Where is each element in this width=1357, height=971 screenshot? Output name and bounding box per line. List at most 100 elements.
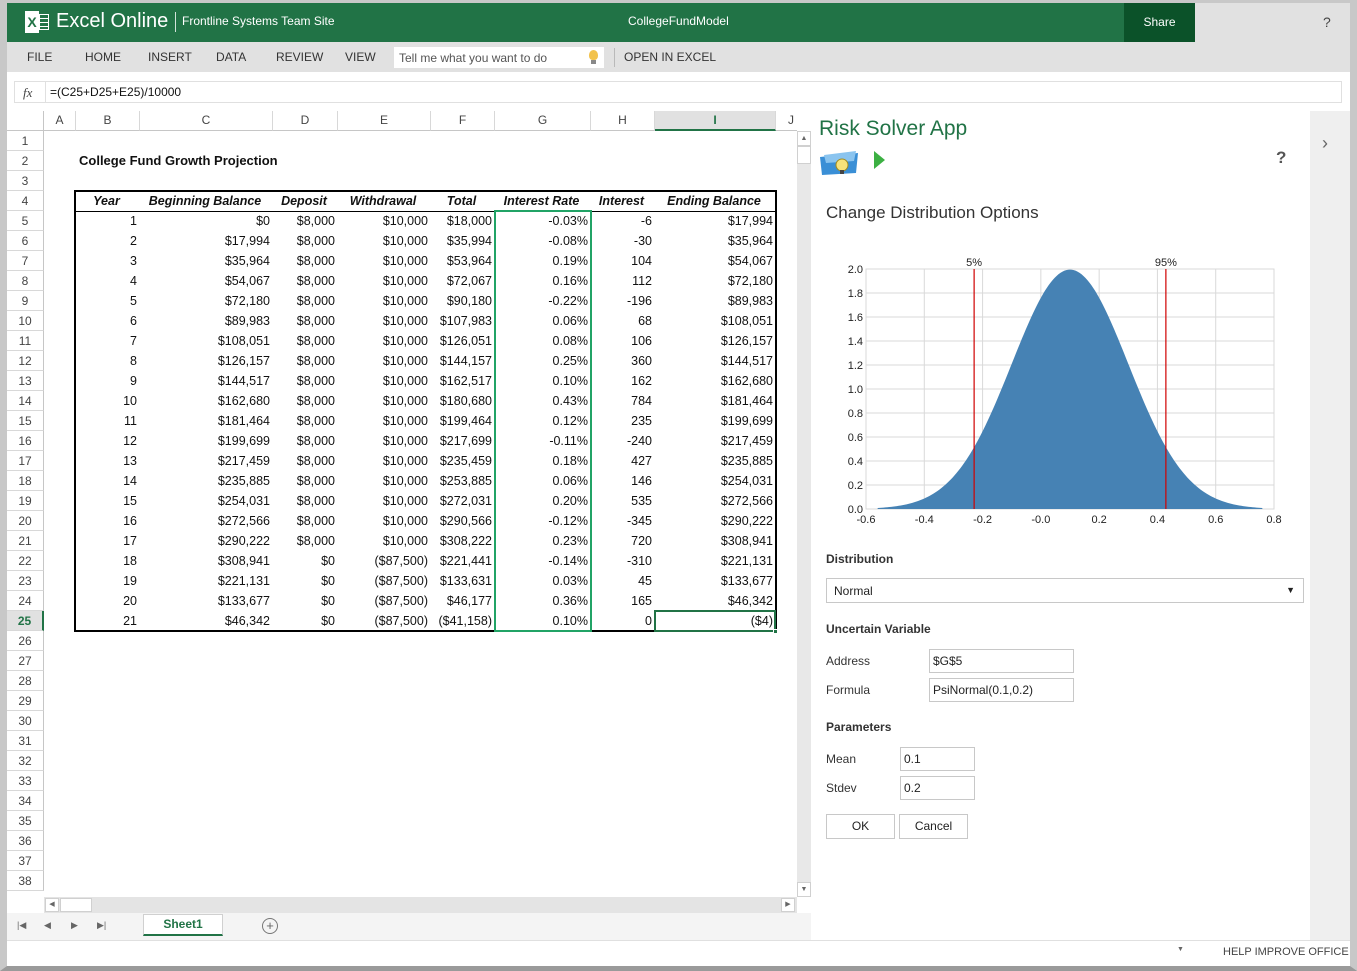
vertical-scroll-thumb[interactable]: [797, 146, 811, 164]
tab-review[interactable]: REVIEW: [276, 50, 323, 64]
row-header-6[interactable]: 6: [7, 231, 44, 251]
prev-sheet-icon[interactable]: ◀: [44, 920, 51, 931]
row-header-4[interactable]: 4: [7, 191, 44, 211]
row-header-28[interactable]: 28: [7, 671, 44, 691]
row-header-7[interactable]: 7: [7, 251, 44, 271]
row-header-23[interactable]: 23: [7, 571, 44, 591]
row-header-35[interactable]: 35: [7, 811, 44, 831]
first-sheet-icon[interactable]: |◀: [17, 920, 26, 931]
cancel-button[interactable]: Cancel: [899, 814, 968, 839]
row-header-29[interactable]: 29: [7, 691, 44, 711]
row-header-30[interactable]: 30: [7, 711, 44, 731]
function-icon[interactable]: fx: [23, 85, 32, 101]
address-field[interactable]: [929, 649, 1074, 673]
formula-field[interactable]: [929, 678, 1074, 702]
tell-me-input[interactable]: Tell me what you want to do: [394, 47, 604, 68]
row-header-20[interactable]: 20: [7, 511, 44, 531]
row-header-8[interactable]: 8: [7, 271, 44, 291]
spreadsheet-grid[interactable]: A B C D E F G H I J 1 2 3 4 5 6 7 8 9 10 11 12 13 14 15 16 17 18 19 2…: [7, 111, 797, 897]
tab-view[interactable]: VIEW: [345, 50, 376, 64]
mean-field[interactable]: [900, 747, 975, 771]
row-header-37[interactable]: 37: [7, 851, 44, 871]
scroll-down-icon[interactable]: ▼: [797, 882, 811, 897]
next-sheet-icon[interactable]: ▶: [71, 920, 78, 931]
tab-file[interactable]: FILE: [27, 50, 52, 64]
site-name-link[interactable]: Frontline Systems Team Site: [182, 14, 335, 28]
tab-insert[interactable]: INSERT: [148, 50, 192, 64]
select-all-corner[interactable]: [7, 111, 44, 131]
excel-logo-icon[interactable]: X: [25, 11, 49, 33]
scroll-right-icon[interactable]: ▶: [781, 898, 795, 912]
tab-home[interactable]: HOME: [85, 50, 121, 64]
row-header-24[interactable]: 24: [7, 591, 44, 611]
sheet-title[interactable]: College Fund Growth Projection: [79, 151, 281, 171]
column-header-b[interactable]: B: [76, 111, 140, 131]
column-header-g[interactable]: G: [495, 111, 591, 131]
row-header-5[interactable]: 5: [7, 211, 44, 231]
column-header-f[interactable]: F: [431, 111, 495, 131]
add-sheet-icon[interactable]: +: [262, 918, 278, 934]
formula-bar: fx =(C25+D25+E25)/10000: [14, 81, 1342, 103]
play-icon[interactable]: [874, 151, 885, 169]
vertical-scrollbar[interactable]: ▲ ▼: [797, 131, 811, 897]
row-header-13[interactable]: 13: [7, 371, 44, 391]
chevron-right-icon[interactable]: ›: [1322, 133, 1328, 154]
fill-handle[interactable]: [773, 629, 778, 634]
row-header-9[interactable]: 9: [7, 291, 44, 311]
document-name[interactable]: CollegeFundModel: [628, 14, 729, 28]
column-header-a[interactable]: A: [44, 111, 76, 131]
distribution-value: Normal: [834, 584, 873, 598]
row-header-10[interactable]: 10: [7, 311, 44, 331]
row-header-26[interactable]: 26: [7, 631, 44, 651]
pane-help-icon[interactable]: ?: [1276, 148, 1286, 168]
row-header-17[interactable]: 17: [7, 451, 44, 471]
row-header-12[interactable]: 12: [7, 351, 44, 371]
row-header-2[interactable]: 2: [7, 151, 44, 171]
row-header-31[interactable]: 31: [7, 731, 44, 751]
pane-title: Risk Solver App: [819, 117, 968, 140]
scroll-up-icon[interactable]: ▲: [797, 131, 811, 146]
row-header-15[interactable]: 15: [7, 411, 44, 431]
status-dropdown-icon[interactable]: ▼: [1177, 946, 1184, 953]
open-in-excel-button[interactable]: OPEN IN EXCEL: [624, 50, 716, 64]
row-header-33[interactable]: 33: [7, 771, 44, 791]
share-button[interactable]: Share: [1124, 3, 1195, 42]
row-header-25[interactable]: 25: [7, 611, 44, 631]
column-header-i[interactable]: I: [655, 111, 776, 131]
row-header-3[interactable]: 3: [7, 171, 44, 191]
help-icon[interactable]: ?: [1323, 14, 1331, 30]
row-header-22[interactable]: 22: [7, 551, 44, 571]
horizontal-scrollbar[interactable]: ◀ ▶: [44, 897, 797, 913]
row-header-1[interactable]: 1: [7, 131, 44, 151]
column-header-d[interactable]: D: [273, 111, 338, 131]
risk-solver-logo-icon[interactable]: [818, 151, 862, 177]
ok-button[interactable]: OK: [826, 814, 895, 839]
help-improve-office-link[interactable]: HELP IMPROVE OFFICE: [1223, 946, 1349, 958]
tab-data[interactable]: DATA: [216, 50, 246, 64]
horizontal-scroll-thumb[interactable]: [60, 898, 92, 912]
selected-cell-i25[interactable]: [654, 610, 776, 632]
row-header-27[interactable]: 27: [7, 651, 44, 671]
column-header-j[interactable]: J: [776, 111, 797, 131]
stdev-field[interactable]: [900, 776, 975, 800]
row-header-34[interactable]: 34: [7, 791, 44, 811]
row-header-19[interactable]: 19: [7, 491, 44, 511]
row-header-16[interactable]: 16: [7, 431, 44, 451]
row-header-18[interactable]: 18: [7, 471, 44, 491]
row-header-14[interactable]: 14: [7, 391, 44, 411]
row-header-38[interactable]: 38: [7, 871, 44, 891]
app-name[interactable]: Excel Online: [56, 10, 168, 33]
column-header-h[interactable]: H: [591, 111, 655, 131]
sheet-tab-sheet1[interactable]: Sheet1: [143, 914, 223, 936]
row-header-21[interactable]: 21: [7, 531, 44, 551]
distribution-select[interactable]: Normal ▼: [826, 578, 1304, 603]
column-header-c[interactable]: C: [140, 111, 273, 131]
row-header-32[interactable]: 32: [7, 751, 44, 771]
last-sheet-icon[interactable]: ▶|: [97, 920, 106, 931]
scroll-left-icon[interactable]: ◀: [45, 898, 59, 912]
row-header-11[interactable]: 11: [7, 331, 44, 351]
formula-input[interactable]: =(C25+D25+E25)/10000: [50, 85, 181, 99]
row-header-36[interactable]: 36: [7, 831, 44, 851]
column-header-e[interactable]: E: [338, 111, 431, 131]
x-tick-label: 0.6: [1208, 514, 1223, 526]
